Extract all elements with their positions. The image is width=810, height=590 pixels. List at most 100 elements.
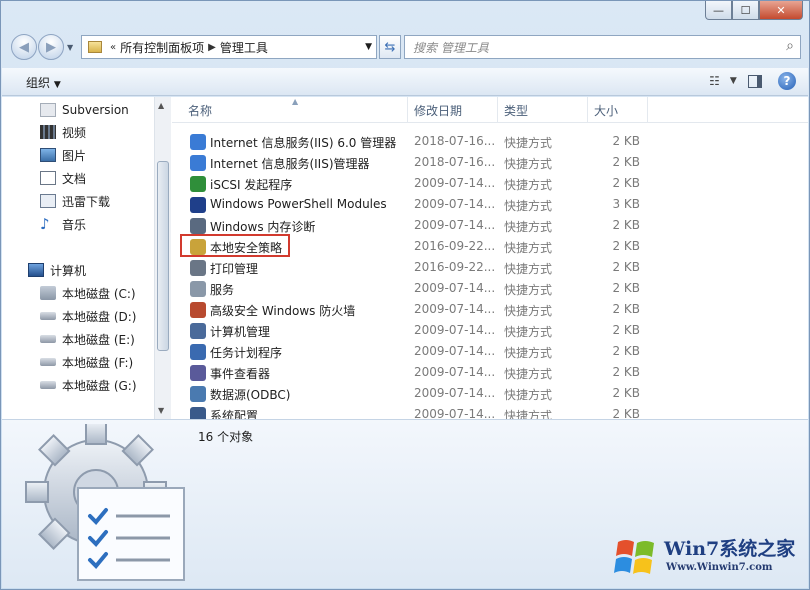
chevron-down-icon[interactable]: ▼: [365, 42, 372, 52]
file-row[interactable]: Internet 信息服务(IIS) 6.0 管理器 2018-07-16... 快…: [172, 131, 808, 152]
scroll-down-icon[interactable]: ▼: [158, 406, 164, 415]
shortcut-icon: [190, 344, 206, 360]
file-name: Internet 信息服务(IIS)管理器: [210, 157, 370, 171]
column-label: 修改日期: [414, 103, 463, 118]
file-type: 快捷方式: [504, 241, 553, 255]
nav-item-drive-e[interactable]: 本地磁盘 (E:): [40, 329, 135, 349]
nav-item-drive-f[interactable]: 本地磁盘 (F:): [40, 352, 133, 372]
nav-item-subversion[interactable]: Subversion: [40, 100, 129, 120]
nav-item-computer[interactable]: 计算机: [28, 260, 86, 280]
file-row[interactable]: 事件查看器 2009-07-14... 快捷方式 2 KB: [172, 362, 808, 383]
file-type: 快捷方式: [504, 199, 553, 213]
back-button[interactable]: ◀: [11, 34, 37, 60]
nav-scrollbar[interactable]: ▲ ▼: [154, 97, 171, 419]
shortcut-icon: [190, 281, 206, 297]
file-type: 快捷方式: [504, 220, 553, 234]
file-row[interactable]: 系统配置 2009-07-14... 快捷方式 2 KB: [172, 404, 808, 419]
file-size: 2 KB: [612, 365, 640, 379]
address-bar[interactable]: « 所有控制面板项 ▶ 管理工具 ▼: [81, 35, 377, 59]
nav-item-label: 文档: [62, 171, 87, 186]
shortcut-icon: [190, 386, 206, 402]
file-list: ▲ 名称 修改日期 类型 大小 Internet 信息服务(IIS) 6.0 管…: [172, 97, 808, 419]
nav-item-downloads[interactable]: 迅雷下载: [40, 191, 110, 211]
nav-item-drive-g[interactable]: 本地磁盘 (G:): [40, 375, 137, 395]
file-row[interactable]: Windows 内存诊断 2009-07-14... 快捷方式 2 KB: [172, 215, 808, 236]
file-type: 快捷方式: [504, 388, 553, 402]
search-input[interactable]: 搜索 管理工具 ⌕: [404, 35, 801, 59]
download-icon: [40, 194, 56, 208]
nav-item-videos[interactable]: 视频: [40, 122, 86, 142]
nav-item-label: 图片: [62, 148, 87, 163]
view-options-button[interactable]: ☷ ▼: [709, 72, 737, 90]
organize-button[interactable]: 组织 ▼: [26, 74, 61, 91]
file-type: 快捷方式: [504, 136, 553, 150]
refresh-button[interactable]: ⇆: [379, 35, 401, 59]
file-row[interactable]: Windows PowerShell Modules 2009-07-14... 快…: [172, 194, 808, 215]
column-header-type[interactable]: 类型: [498, 97, 588, 123]
file-row[interactable]: Internet 信息服务(IIS)管理器 2018-07-16... 快捷方式 2 …: [172, 152, 808, 173]
chevron-right-icon[interactable]: ▶: [208, 42, 216, 53]
scrollbar-thumb[interactable]: [157, 161, 169, 351]
minimize-button[interactable]: —: [705, 1, 732, 20]
nav-item-documents[interactable]: 文档: [40, 168, 86, 188]
explorer-window: — ☐ ✕ ◀ ▶ ▼ « 所有控制面板项 ▶ 管理工具 ▼ ⇆ 搜索 管理工具…: [0, 0, 810, 590]
search-icon[interactable]: ⌕: [786, 38, 794, 54]
nav-item-music[interactable]: ♪ 音乐: [40, 214, 86, 234]
maximize-button[interactable]: ☐: [732, 1, 759, 20]
shortcut-icon: [190, 407, 206, 419]
shortcut-icon: [190, 365, 206, 381]
file-row[interactable]: 打印管理 2016-09-22... 快捷方式 2 KB: [172, 257, 808, 278]
file-row[interactable]: 计算机管理 2009-07-14... 快捷方式 2 KB: [172, 320, 808, 341]
file-date: 2009-07-14...: [414, 197, 496, 211]
watermark: Win7系统之家 Www.Winwin7.com: [612, 532, 802, 582]
nav-item-drive-c[interactable]: 本地磁盘 (C:): [40, 283, 136, 303]
watermark-brand: Win7系统之家: [664, 538, 796, 560]
file-date: 2016-09-22...: [414, 260, 496, 274]
nav-item-pictures[interactable]: 图片: [40, 145, 86, 165]
recent-pages-dropdown[interactable]: ▼: [67, 43, 73, 52]
file-name: 高级安全 Windows 防火墙: [210, 304, 356, 318]
help-button[interactable]: ?: [778, 72, 796, 90]
scroll-up-icon[interactable]: ▲: [158, 101, 164, 110]
nav-item-label: 本地磁盘 (C:): [62, 286, 136, 301]
refresh-icon: ⇆: [384, 39, 396, 55]
file-size: 2 KB: [612, 218, 640, 232]
file-date: 2009-07-14...: [414, 407, 496, 419]
file-date: 2009-07-14...: [414, 176, 496, 190]
close-button[interactable]: ✕: [759, 1, 803, 20]
preview-pane-icon: [748, 74, 762, 88]
column-header-name[interactable]: 名称: [182, 97, 408, 123]
file-type: 快捷方式: [504, 178, 553, 192]
system-drive-icon: [40, 286, 56, 300]
file-size: 2 KB: [612, 386, 640, 400]
column-header-date[interactable]: 修改日期: [408, 97, 498, 123]
nav-item-label: 视频: [62, 125, 87, 140]
watermark-url: Www.Winwin7.com: [666, 562, 773, 573]
file-date: 2016-09-22...: [414, 239, 496, 253]
breadcrumb-control-panel[interactable]: 所有控制面板项: [120, 39, 204, 56]
forward-button[interactable]: ▶: [38, 34, 64, 60]
file-size: 2 KB: [612, 134, 640, 148]
column-header-size[interactable]: 大小: [588, 97, 648, 123]
file-row[interactable]: 服务 2009-07-14... 快捷方式 2 KB: [172, 278, 808, 299]
file-date: 2009-07-14...: [414, 386, 496, 400]
file-type: 快捷方式: [504, 262, 553, 276]
file-size: 2 KB: [612, 281, 640, 295]
file-row[interactable]: 任务计划程序 2009-07-14... 快捷方式 2 KB: [172, 341, 808, 362]
file-row[interactable]: iSCSI 发起程序 2009-07-14... 快捷方式 2 KB: [172, 173, 808, 194]
file-type: 快捷方式: [504, 325, 553, 339]
preview-pane-button[interactable]: [746, 72, 764, 90]
file-row[interactable]: 数据源(ODBC) 2009-07-14... 快捷方式 2 KB: [172, 383, 808, 404]
breadcrumb-admin-tools[interactable]: 管理工具: [220, 39, 268, 56]
file-row[interactable]: 高级安全 Windows 防火墙 2009-07-14... 快捷方式 2 KB: [172, 299, 808, 320]
nav-item-drive-d[interactable]: 本地磁盘 (D:): [40, 306, 136, 326]
file-name: 服务: [210, 283, 235, 297]
shortcut-icon: [190, 323, 206, 339]
chevron-double-left-icon[interactable]: «: [110, 42, 116, 53]
file-name: iSCSI 发起程序: [210, 178, 293, 192]
subversion-icon: [40, 103, 56, 117]
item-count: 16 个对象: [198, 430, 254, 444]
file-type: 快捷方式: [504, 283, 553, 297]
file-size: 2 KB: [612, 260, 640, 274]
file-date: 2009-07-14...: [414, 365, 496, 379]
